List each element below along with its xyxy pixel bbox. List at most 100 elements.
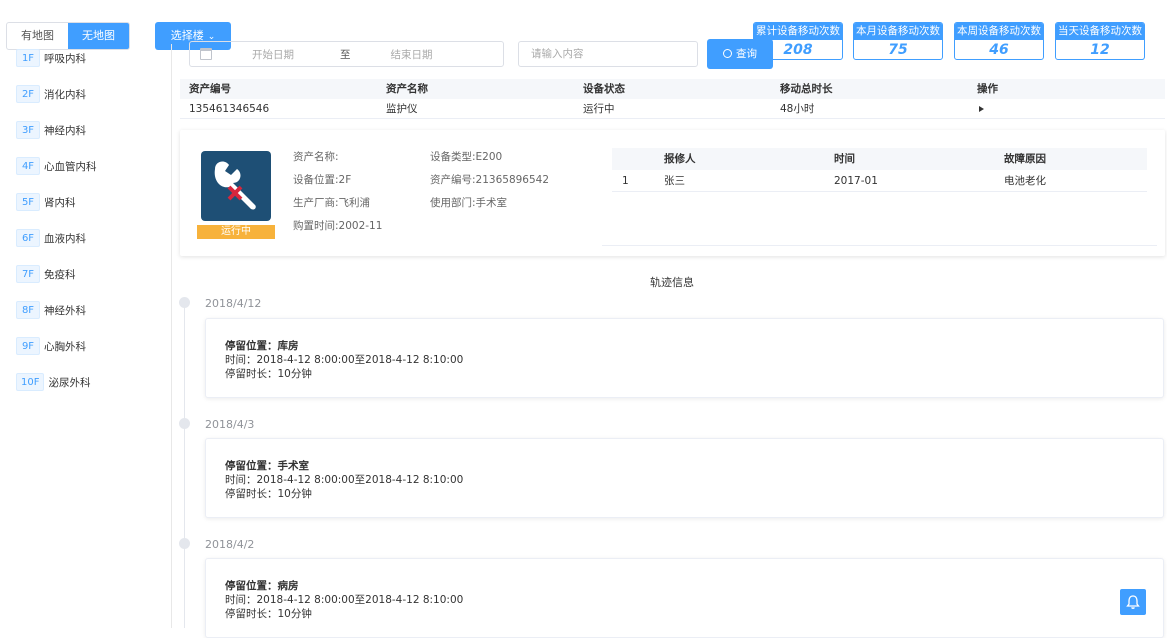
query-button-label: 查询 <box>736 48 757 60</box>
column-header: 资产编号 <box>189 83 231 95</box>
sidebar-item-3f[interactable]: 3F 神经内科 <box>16 120 86 140</box>
query-button[interactable]: 查询 <box>707 39 773 69</box>
search-icon <box>723 49 732 58</box>
notification-button[interactable] <box>1120 589 1146 615</box>
repair-time: 2017-01 <box>834 175 878 187</box>
column-header: 故障原因 <box>1004 153 1046 165</box>
floor-badge: 8F <box>16 301 40 319</box>
sidebar-item-9f[interactable]: 9F 心胸外科 <box>16 336 86 356</box>
operation-cell <box>968 99 1165 118</box>
search-input[interactable]: 请输入内容 <box>518 41 698 67</box>
stat-label: 累计设备移动次数 <box>754 23 842 40</box>
sidebar-item-5f[interactable]: 5F 肾内科 <box>16 192 76 212</box>
column-header: 操作 <box>977 83 998 95</box>
device-location: 设备位置:2F <box>293 174 352 186</box>
stat-value: 46 <box>989 42 1009 58</box>
floor-badge: 5F <box>16 193 40 211</box>
floor-badge: 9F <box>16 337 40 355</box>
floor-badge: 10F <box>16 373 45 391</box>
asset-name-cell: 监护仪 <box>386 103 418 115</box>
table-row[interactable]: 135461346546 监护仪 运行中 48小时 <box>180 99 1165 119</box>
department: 使用部门:手术室 <box>430 197 508 209</box>
sidebar-item-7f[interactable]: 7F 免疫科 <box>16 264 76 284</box>
floor-name: 心胸外科 <box>44 340 86 353</box>
timeline-dot <box>179 297 190 308</box>
floor-name: 神经内科 <box>44 124 86 137</box>
wrench-icon <box>201 151 271 221</box>
floor-badge: 1F <box>16 49 40 67</box>
play-icon[interactable] <box>979 106 984 112</box>
floor-name: 消化内科 <box>44 88 86 101</box>
stat-value: 75 <box>888 42 908 58</box>
date-range-picker[interactable]: 开始日期 至 结束日期 <box>189 41 504 67</box>
floor-badge: 4F <box>16 157 40 175</box>
asset-table: 资产编号 资产名称 设备状态 移动总时长 操作 135461346546 监护仪… <box>180 79 1165 119</box>
calendar-icon <box>200 48 212 60</box>
end-date-input[interactable]: 结束日期 <box>391 47 433 62</box>
bell-icon <box>1126 595 1140 609</box>
table-row: 1 张三 2017-01 电池老化 <box>612 170 1147 192</box>
trajectory-title: 轨迹信息 <box>650 276 694 289</box>
stay-time: 时间：2018-4-12 8:00:00至2018-4-12 8:10:00 <box>225 474 464 486</box>
stat-day-moves: 当天设备移动次数 12 <box>1055 22 1145 60</box>
sidebar-item-6f[interactable]: 6F 血液内科 <box>16 228 86 248</box>
stay-time: 时间：2018-4-12 8:00:00至2018-4-12 8:10:00 <box>225 354 464 366</box>
sidebar-item-8f[interactable]: 8F 神经外科 <box>16 300 86 320</box>
stat-week-moves: 本周设备移动次数 46 <box>954 22 1044 60</box>
stat-label: 本周设备移动次数 <box>955 23 1043 40</box>
floor-badge: 6F <box>16 229 40 247</box>
fault-reason: 电池老化 <box>1004 175 1046 187</box>
sidebar-item-2f[interactable]: 2F 消化内科 <box>16 84 86 104</box>
stat-label: 本月设备移动次数 <box>854 23 942 40</box>
asset-id-cell: 135461346546 <box>189 103 270 115</box>
timeline-date: 2018/4/12 <box>205 297 262 310</box>
stat-value: 12 <box>1090 42 1110 58</box>
asset-name-label: 资产名称: <box>293 151 339 163</box>
timeline-card: 停留位置：手术室 时间：2018-4-12 8:00:00至2018-4-12 … <box>205 438 1164 518</box>
column-header <box>612 148 664 170</box>
floor-badge: 7F <box>16 265 40 283</box>
timeline-date: 2018/4/2 <box>205 538 255 551</box>
column-header: 移动总时长 <box>780 83 833 95</box>
stay-duration: 停留时长：10分钟 <box>225 368 312 380</box>
column-header: 设备状态 <box>583 83 625 95</box>
floor-name: 免疫科 <box>44 268 76 281</box>
manufacturer: 生产厂商:飞利浦 <box>293 197 371 209</box>
floor-name: 呼吸内科 <box>44 52 86 65</box>
device-detail-panel: 运行中 资产名称: 设备位置:2F 生产厂商:飞利浦 购置时间:2002-11 … <box>180 130 1165 256</box>
row-index: 1 <box>622 175 629 187</box>
floor-name: 血液内科 <box>44 232 86 245</box>
divider <box>602 245 1157 246</box>
floor-name: 泌尿外科 <box>48 376 91 389</box>
stat-label: 当天设备移动次数 <box>1056 23 1144 40</box>
timeline-date: 2018/4/3 <box>205 418 255 431</box>
floor-name: 心血管内科 <box>44 160 97 173</box>
timeline-card: 停留位置：病房 时间：2018-4-12 8:00:00至2018-4-12 8… <box>205 558 1164 638</box>
asset-duration-cell: 48小时 <box>780 103 815 115</box>
sidebar-item-10f[interactable]: 10F 泌尿外科 <box>16 372 90 392</box>
floor-name: 肾内科 <box>44 196 76 209</box>
stay-location: 停留位置：手术室 <box>225 460 309 472</box>
stay-duration: 停留时长：10分钟 <box>225 488 312 500</box>
timeline-dot <box>179 538 190 549</box>
asset-status-cell: 运行中 <box>583 103 615 115</box>
column-header: 资产名称 <box>386 83 428 95</box>
repair-table: 报修人 时间 故障原因 1 张三 2017-01 电池老化 <box>612 148 1147 192</box>
floor-badge: 3F <box>16 121 40 139</box>
sidebar-item-1f[interactable]: 1F 呼吸内科 <box>16 48 86 68</box>
floor-name: 神经外科 <box>44 304 86 317</box>
stat-month-moves: 本月设备移动次数 75 <box>853 22 943 60</box>
purchase-date: 购置时间:2002-11 <box>293 220 383 232</box>
asset-number: 资产编号:21365896542 <box>430 174 550 186</box>
table-header: 资产编号 资产名称 设备状态 移动总时长 操作 <box>180 79 1165 99</box>
device-status-badge: 运行中 <box>197 225 275 239</box>
repair-person: 张三 <box>664 175 685 187</box>
column-header: 时间 <box>834 153 855 165</box>
start-date-input[interactable]: 开始日期 <box>252 47 312 62</box>
stay-duration: 停留时长：10分钟 <box>225 608 312 620</box>
stay-location: 停留位置：库房 <box>225 340 299 352</box>
sidebar-item-4f[interactable]: 4F 心血管内科 <box>16 156 97 176</box>
floor-badge: 2F <box>16 85 40 103</box>
date-separator: 至 <box>340 48 351 61</box>
timeline-card: 停留位置：库房 时间：2018-4-12 8:00:00至2018-4-12 8… <box>205 318 1164 398</box>
